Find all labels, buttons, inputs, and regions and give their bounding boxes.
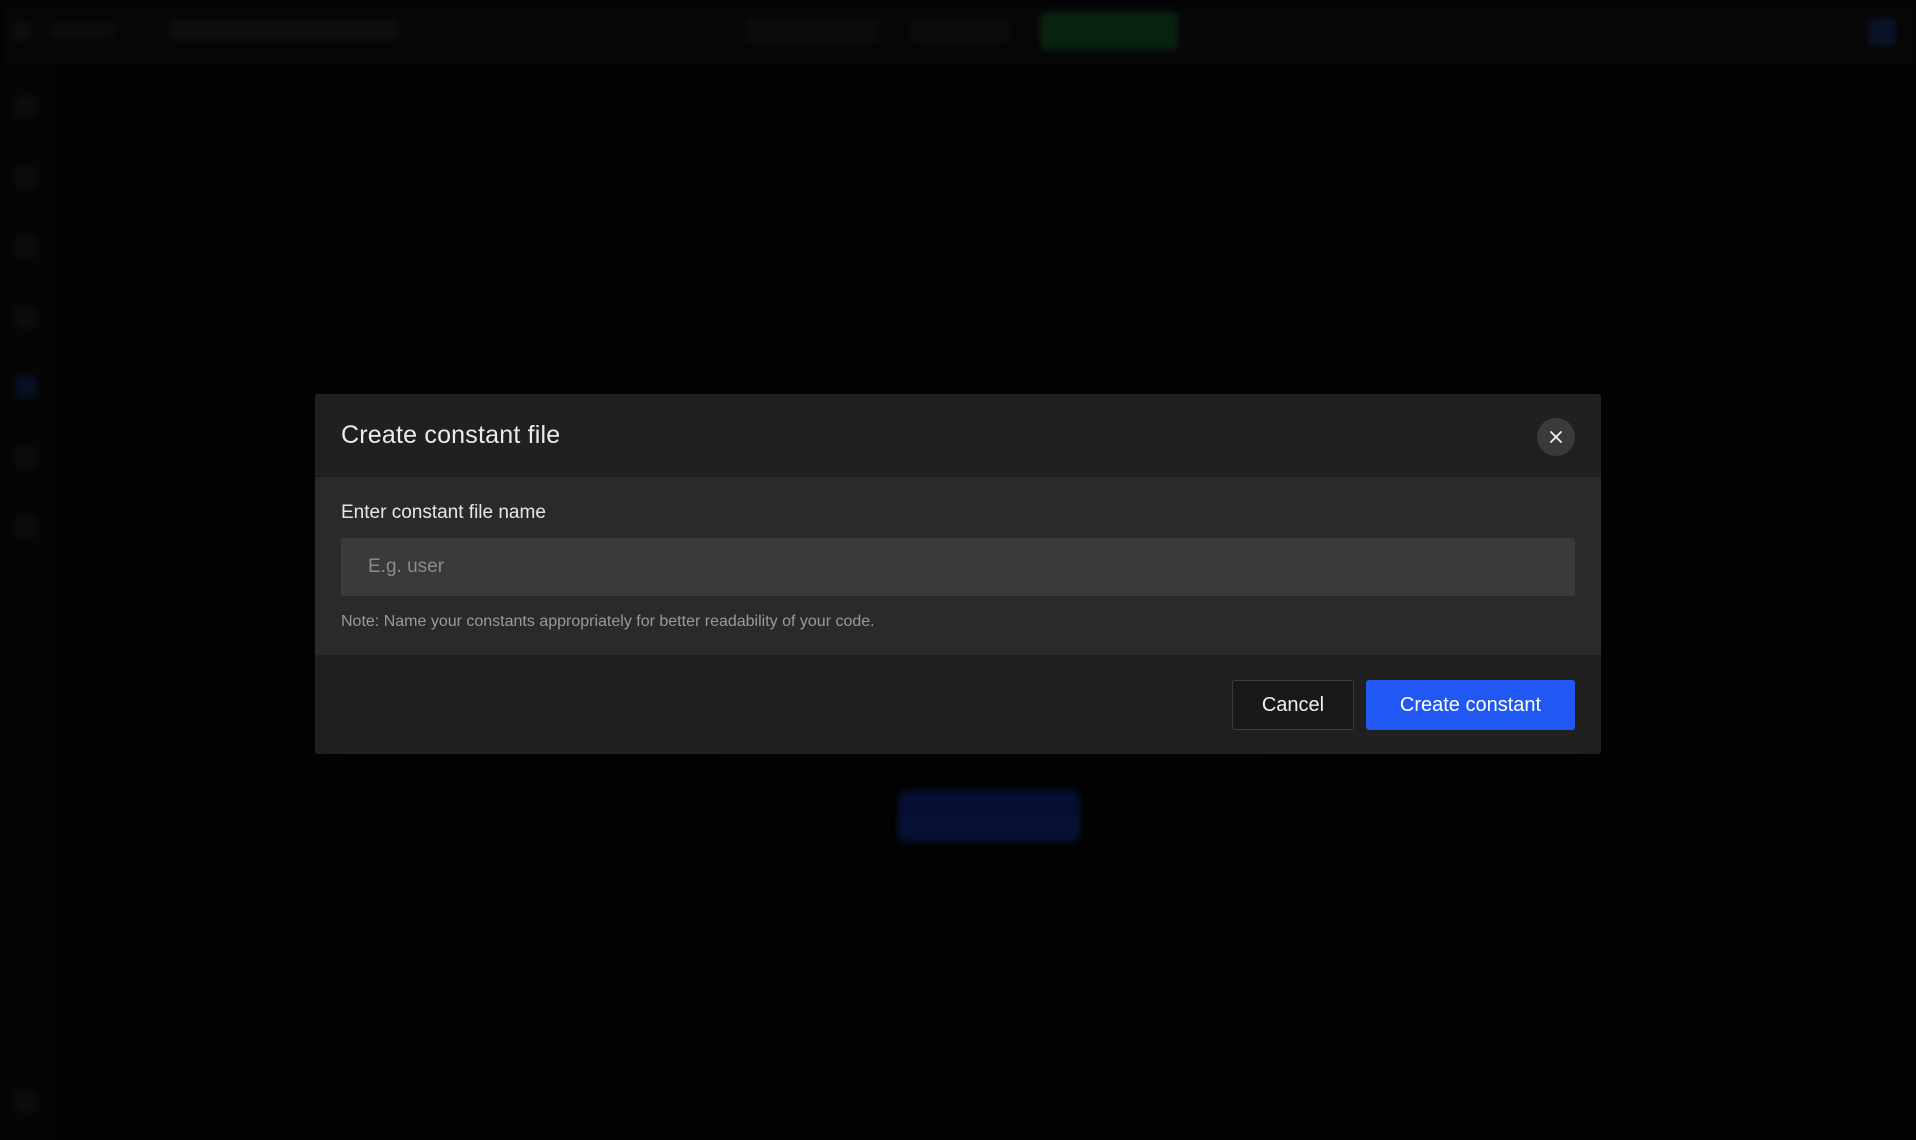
field-label: Enter constant file name xyxy=(341,502,546,523)
close-button[interactable] xyxy=(1537,418,1575,456)
create-constant-dialog: Create constant file Enter constant file… xyxy=(315,394,1601,754)
constant-file-name-input[interactable] xyxy=(341,538,1575,596)
field-note: Note: Name your constants appropriately … xyxy=(341,613,875,630)
app-window: Create constant file Enter constant file… xyxy=(0,0,1916,1140)
close-icon xyxy=(1549,430,1563,444)
create-constant-button[interactable]: Create constant xyxy=(1366,680,1575,730)
dialog-header: Create constant file xyxy=(315,394,1601,477)
dialog-title: Create constant file xyxy=(341,421,561,449)
dialog-body: Enter constant file name Note: Name your… xyxy=(315,477,1601,655)
dialog-footer: Cancel Create constant xyxy=(315,655,1601,754)
cancel-button[interactable]: Cancel xyxy=(1232,680,1354,730)
